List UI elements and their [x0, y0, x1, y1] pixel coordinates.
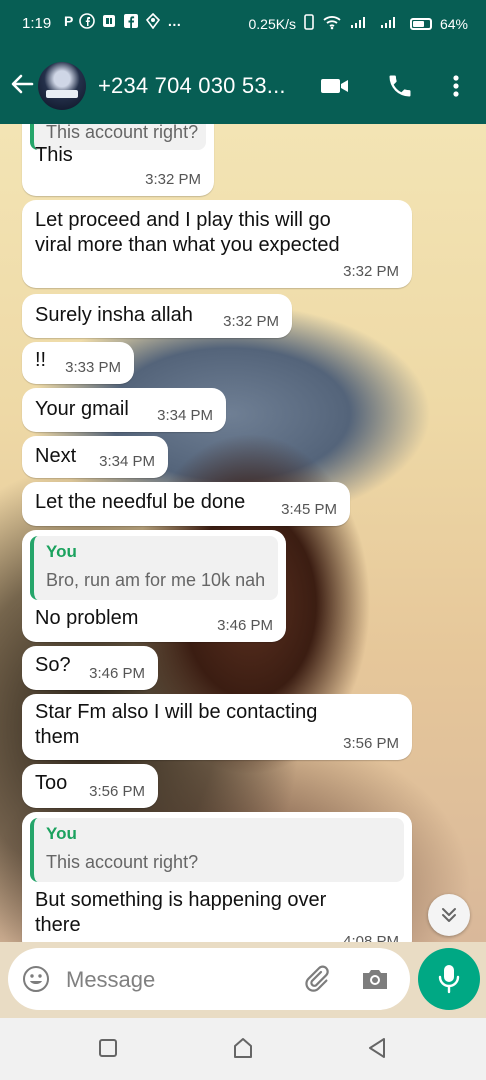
quote-text: This account right?: [46, 852, 199, 872]
status-time: 1:19: [22, 15, 52, 32]
chat-area[interactable]: This account right? This 3:32 PM Let pro…: [0, 124, 486, 942]
message-bubble[interactable]: Surely insha allah 3:32 PM: [22, 294, 292, 338]
message-text: !!: [35, 349, 47, 371]
quote-text: Bro, run am for me 10k nah: [46, 570, 266, 590]
message-text: Let the needful be done: [35, 491, 246, 513]
quote-author: You: [46, 824, 77, 843]
chevron-double-down-icon: [439, 905, 459, 930]
battery-icon: [409, 17, 432, 30]
scroll-down-button[interactable]: [428, 894, 470, 936]
back-arrow-icon[interactable]: [8, 70, 36, 98]
message-time: 3:56 PM: [343, 735, 399, 752]
net-speed: 0.25K/s: [248, 15, 296, 32]
home-icon[interactable]: [232, 1036, 254, 1065]
mic-icon: [437, 964, 461, 999]
message-text-line: Star Fm also I will be contacting: [35, 701, 318, 723]
message-placeholder: Message: [66, 967, 156, 992]
back-icon[interactable]: [366, 1036, 388, 1065]
vpn-icon: [145, 12, 161, 32]
message-text: Your gmail: [35, 398, 129, 420]
message-time: 3:56 PM: [89, 783, 145, 800]
message-bubble[interactable]: Next 3:34 PM: [22, 436, 168, 478]
message-time: 3:46 PM: [89, 665, 145, 682]
message-input[interactable]: Message: [8, 948, 410, 1010]
message-text-line: Let proceed and I play this will go: [35, 209, 331, 231]
message-time: 4:08 PM: [343, 933, 399, 942]
message-text-line: there: [35, 914, 81, 936]
battery-percent: 64%: [439, 15, 468, 32]
message-bubble[interactable]: Star Fm also I will be contacting them 3…: [22, 694, 412, 760]
message-bubble[interactable]: So? 3:46 PM: [22, 646, 158, 690]
message-text: This: [35, 144, 73, 166]
p-notification-icon: P: [64, 13, 74, 29]
message-time: 3:32 PM: [343, 263, 399, 280]
message-text: No problem: [35, 607, 139, 629]
message-time: 3:46 PM: [217, 617, 273, 634]
attach-icon[interactable]: [302, 964, 332, 999]
emoji-icon[interactable]: [22, 965, 50, 998]
reply-quote[interactable]: You Bro, run am for me 10k nah: [30, 536, 278, 600]
facebook-icon: [123, 13, 139, 32]
message-time: 3:32 PM: [223, 313, 279, 330]
message-bubble[interactable]: This account right? This 3:32 PM: [22, 124, 214, 196]
more-icon[interactable]: [446, 72, 466, 105]
notification-icons: P …: [64, 12, 182, 32]
message-time: 3:32 PM: [145, 171, 201, 188]
composer: Message: [0, 942, 486, 1018]
message-bubble[interactable]: !! 3:33 PM: [22, 342, 134, 384]
message-time: 3:33 PM: [65, 359, 121, 376]
video-call-icon[interactable]: [320, 72, 350, 105]
mic-button[interactable]: [418, 948, 480, 1010]
message-text-line: viral more than what you expected: [35, 234, 340, 256]
message-text: So?: [35, 654, 71, 676]
message-text-line: But something is happening over: [35, 889, 327, 911]
status-bar: 1:19 P … 0.25K/s 64%: [0, 0, 486, 48]
signal-icon: [350, 15, 372, 32]
camera-icon[interactable]: [360, 965, 390, 998]
avatar[interactable]: [38, 62, 86, 110]
message-bubble[interactable]: You This account right? But something is…: [22, 812, 412, 942]
quote-text: This account right?: [46, 124, 199, 142]
message-bubble[interactable]: Too 3:56 PM: [22, 764, 158, 808]
sim-icon: [101, 13, 117, 32]
message-time: 3:34 PM: [157, 407, 213, 424]
quote-author: You: [46, 542, 77, 561]
message-text: Too: [35, 772, 68, 794]
more-notifications-icon: …: [167, 13, 182, 29]
facebook-icon: [79, 13, 96, 32]
message-time: 3:45 PM: [281, 501, 337, 518]
message-text: Next: [35, 445, 77, 467]
system-nav-bar: [0, 1018, 486, 1080]
signal-icon: [380, 15, 402, 32]
message-bubble[interactable]: Let proceed and I play this will go vira…: [22, 200, 412, 288]
recents-icon[interactable]: [98, 1038, 118, 1063]
message-time: 3:34 PM: [99, 453, 155, 470]
message-bubble[interactable]: Let the needful be done 3:45 PM: [22, 482, 350, 526]
contact-name[interactable]: +234 704 030 53...: [98, 73, 286, 99]
vibrate-icon: [304, 14, 314, 33]
message-bubble[interactable]: Your gmail 3:34 PM: [22, 388, 226, 432]
message-text-line: them: [35, 726, 80, 748]
chat-header: +234 704 030 53...: [0, 48, 486, 124]
wifi-icon: [322, 14, 342, 33]
message-text: Surely insha allah: [35, 304, 193, 326]
reply-quote[interactable]: You This account right?: [30, 818, 404, 882]
phone-icon[interactable]: [386, 72, 414, 105]
status-right: 0.25K/s 64%: [248, 14, 468, 33]
message-bubble[interactable]: You Bro, run am for me 10k nah No proble…: [22, 530, 286, 642]
